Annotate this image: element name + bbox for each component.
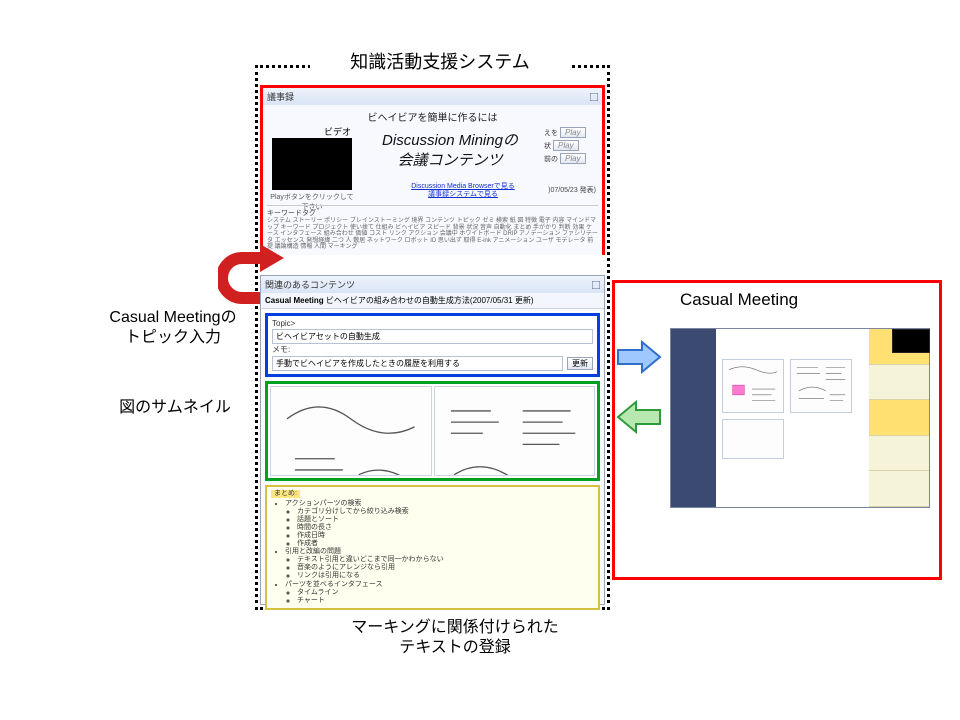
overlay-line1: Discussion Miningの — [382, 132, 518, 149]
cm-sidebar — [671, 329, 716, 507]
play-row-label: 前の — [544, 154, 558, 164]
cm-right-panels — [869, 329, 929, 507]
play-button[interactable]: Play — [553, 140, 579, 151]
summary-header: まとめ: — [271, 490, 300, 498]
topic-label: Topic> — [272, 319, 593, 328]
play-button[interactable]: Play — [560, 153, 586, 164]
update-button[interactable]: 更新 — [567, 357, 593, 370]
video-frame: ビデオ Playボタンをクリックして下さい — [267, 125, 357, 212]
play-row-label: えを — [544, 128, 558, 138]
keyword-header: キーワードタグ — [267, 208, 598, 218]
overlay-caption: Discussion Miningの 会議コンテンツ — [355, 131, 545, 170]
keyword-section: キーワードタグ システム ストーリー ポリシー ブレインストーミング 境界 コン… — [267, 205, 598, 251]
video-placeholder[interactable] — [272, 138, 352, 190]
keyword-cloud: システム ストーリー ポリシー ブレインストーミング 境界 コンテンツ トピック… — [267, 218, 598, 251]
minutes-titlebar: 議事録 — [263, 88, 602, 105]
summary-subitem: 時間の長さ — [297, 524, 594, 532]
published-date: )07/05/23 発表) — [548, 185, 596, 195]
minutes-window: 議事録 ビヘイビアを簡単に作るには ビデオ Playボタンをクリックして下さい … — [260, 85, 605, 255]
summary-subitem: 作成日時 — [297, 532, 594, 540]
summary-subitem: チャート — [297, 597, 594, 605]
casual-meeting-screenshot — [670, 328, 930, 508]
related-content-window: 関連のあるコンテンツ Casual Meeting ビヘイビアの組み合わせの自動… — [260, 275, 605, 605]
play-button[interactable]: Play — [560, 127, 586, 138]
play-button-group: えを Play 状 Play 前の Play — [544, 127, 598, 164]
summary-subitem: カテゴリ分けしてから絞り込み検索 — [297, 508, 594, 516]
casual-meeting-label: Casual Meeting — [680, 290, 798, 310]
summary-item: 引用と改編の問題テキスト引用と違いどこまで同一かわからない音楽のようにアレンジな… — [285, 548, 594, 580]
diagram-title: 知識活動支援システム — [310, 48, 570, 74]
subtitle-prefix: Casual Meeting — [265, 296, 324, 305]
summary-item: パーツを並べるインタフェースタイムラインチャート — [285, 581, 594, 605]
memo-field[interactable]: 手動でビヘイビアを作成したときの履歴を利用する — [272, 356, 563, 371]
sketch-thumbnail[interactable] — [270, 386, 432, 476]
related-titlebar: 関連のあるコンテンツ — [261, 276, 604, 293]
link-discussion-browser[interactable]: Discussion Media Browserで見る — [383, 183, 543, 191]
thumbnail-area — [265, 381, 600, 481]
cm-video-thumb — [892, 329, 930, 353]
summary-subitem: 作成者 — [297, 540, 594, 548]
summary-item: アクションパーツの検索カテゴリ分けしてから絞り込み検索話題とソート時間の長さ作成… — [285, 500, 594, 548]
memo-label: メモ: — [272, 344, 593, 355]
window-control-icon[interactable] — [592, 281, 600, 289]
external-links: Discussion Media Browserで見る 議事録システムで見る — [383, 183, 543, 198]
label-topic-input: Casual Meetingのトピック入力 — [88, 308, 258, 348]
link-minutes-system[interactable]: 議事録システムで見る — [383, 191, 543, 199]
minutes-heading: ビヘイビアを簡単に作るには — [267, 109, 598, 124]
related-titlebar-label: 関連のあるコンテンツ — [265, 278, 355, 291]
related-subtitle: Casual Meeting ビヘイビアの組み合わせの自動生成方法(2007/0… — [261, 293, 604, 309]
overlay-line2: 会議コンテンツ — [397, 152, 502, 169]
topic-input-box: Topic> ビヘイビアセットの自動生成 メモ: 手動でビヘイビアを作成したとき… — [265, 313, 600, 377]
minutes-titlebar-label: 議事録 — [267, 90, 294, 103]
summary-list: アクションパーツの検索カテゴリ分けしてから絞り込み検索話題とソート時間の長さ作成… — [271, 500, 594, 605]
summary-box: まとめ: アクションパーツの検索カテゴリ分けしてから絞り込み検索話題とソート時間… — [265, 485, 600, 610]
label-text-registration: マーキングに関係付けられたテキストの登録 — [300, 618, 610, 658]
summary-subitem: タイムライン — [297, 589, 594, 597]
window-control-icon[interactable] — [590, 93, 598, 101]
subtitle-text: ビヘイビアの組み合わせの自動生成方法(2007/05/31 更新) — [326, 296, 534, 305]
sketch-thumbnail[interactable] — [434, 386, 596, 476]
cm-canvas — [716, 329, 869, 507]
play-row-label: 状 — [544, 141, 551, 151]
video-label: ビデオ — [267, 125, 357, 138]
topic-field[interactable]: ビヘイビアセットの自動生成 — [272, 329, 593, 344]
summary-subitem: リンクは引用になる — [297, 572, 594, 580]
summary-subitem: 話題とソート — [297, 516, 594, 524]
label-thumbnail: 図のサムネイル — [95, 398, 255, 418]
